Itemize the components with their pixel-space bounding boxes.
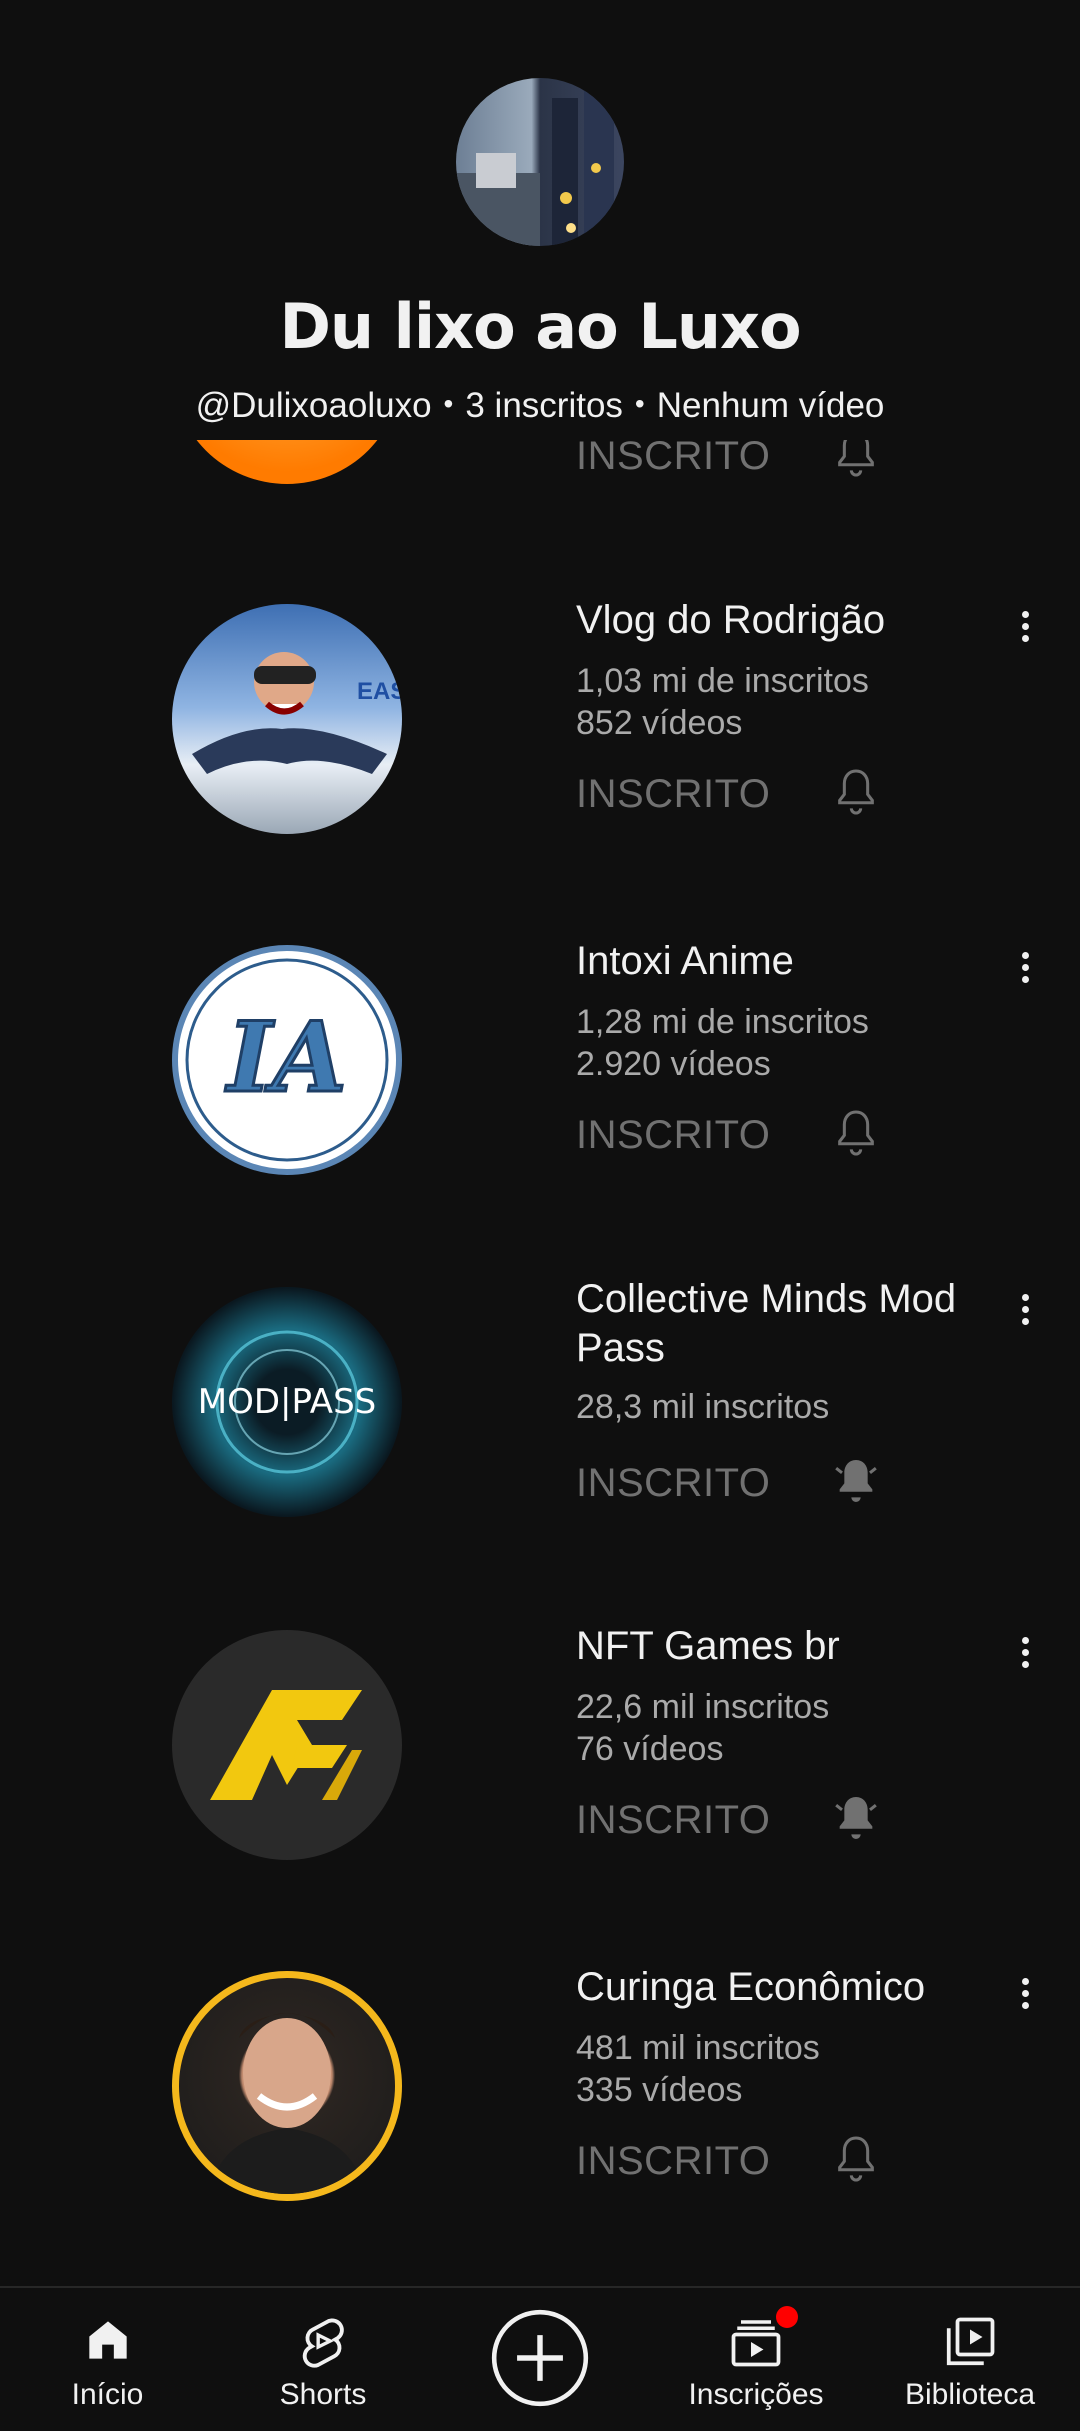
more-options-icon[interactable]: [1010, 1632, 1040, 1682]
library-icon: [946, 2317, 995, 2366]
channel-name: NFT Games br: [576, 1624, 840, 1668]
channel-name: Collective Minds Mod Pass: [576, 1277, 957, 1370]
subscriber-count: 1,03 mi de inscritos: [576, 662, 869, 700]
subscribed-button[interactable]: INSCRITO: [576, 1461, 770, 1506]
add-icon: [491, 2309, 589, 2407]
channel-avatar[interactable]: IA: [172, 945, 402, 1175]
nav-shorts-label: Shorts: [279, 2378, 367, 2411]
list-item[interactable]: Curinga Econômico 481 mil inscritos 335 …: [0, 1959, 1080, 2299]
subscribed-button[interactable]: INSCRITO: [576, 1798, 770, 1843]
subscriber-count: 481 mil inscritos: [576, 2029, 820, 2067]
list-item[interactable]: NFT Games br 22,6 mil inscritos 76 vídeo…: [0, 1618, 1080, 1958]
channel-name: Vlog do Rodrigão: [576, 598, 886, 642]
bell-filled-icon[interactable]: [828, 1449, 884, 1513]
nav-library[interactable]: Biblioteca: [895, 2288, 1045, 2431]
channel-avatar[interactable]: [172, 1630, 402, 1860]
subscribed-button[interactable]: INSCRITO: [576, 2139, 770, 2184]
bell-outline-icon[interactable]: [828, 2127, 884, 2191]
create-button[interactable]: [486, 2288, 594, 2431]
channel-avatar[interactable]: [172, 1971, 402, 2201]
svg-text:EAS: EAS: [357, 678, 402, 705]
subscribed-button[interactable]: INSCRITO: [576, 1113, 770, 1158]
svg-text:IA: IA: [224, 1001, 346, 1114]
bell-filled-icon[interactable]: [828, 1786, 884, 1850]
nav-home[interactable]: Início: [30, 2288, 185, 2431]
nav-subscriptions[interactable]: Inscrições: [680, 2288, 832, 2431]
more-options-icon[interactable]: [1010, 947, 1040, 997]
separator: •: [634, 388, 645, 419]
channel-header: Du lixo ao Luxo @Dulixoaoluxo • 3 inscrito…: [0, 0, 1080, 440]
channel-avatar[interactable]: MOD|PASS: [172, 1287, 402, 1517]
list-item[interactable]: MOD|PASS Collective Minds Mod Pass 28,3 …: [0, 1275, 1080, 1615]
svg-text:MOD|PASS: MOD|PASS: [198, 1382, 376, 1422]
nav-subscriptions-label: Inscrições: [688, 2378, 824, 2411]
channel-avatar-image: [456, 78, 614, 246]
subscribed-button[interactable]: INSCRITO: [576, 772, 770, 817]
video-count: 852 vídeos: [576, 704, 743, 742]
video-count: 335 vídeos: [576, 2071, 743, 2109]
channel-name: Curinga Econômico: [576, 1965, 926, 2009]
skydiver-image: EAS: [192, 652, 402, 774]
bell-outline-icon[interactable]: [828, 1101, 884, 1165]
shorts-icon: [302, 2318, 344, 2368]
more-options-icon[interactable]: [1010, 1289, 1040, 1339]
home-icon: [89, 2321, 127, 2359]
bottom-navigation: Início Shorts Inscrições Biblioteca: [0, 2286, 1080, 2431]
channel-title: Du lixo ao Luxo: [279, 290, 801, 363]
nav-shorts[interactable]: Shorts: [248, 2288, 398, 2431]
more-options-icon[interactable]: [1010, 1973, 1040, 2023]
separator: •: [443, 388, 454, 419]
bell-outline-icon[interactable]: [828, 760, 884, 824]
notification-badge: [776, 2306, 798, 2328]
subscriber-count: 22,6 mil inscritos: [576, 1688, 830, 1726]
video-count: 76 vídeos: [576, 1730, 724, 1768]
channel-subscribers: 3 inscritos: [465, 386, 623, 425]
channel-videos: Nenhum vídeo: [656, 386, 885, 425]
subscribed-button[interactable]: INSCRITO: [576, 434, 770, 479]
more-options-icon[interactable]: [1010, 606, 1040, 656]
subscriber-count: 28,3 mil inscritos: [576, 1388, 830, 1426]
channel-name: Intoxi Anime: [576, 939, 794, 983]
nav-home-label: Início: [71, 2378, 144, 2411]
channel-avatar[interactable]: [456, 78, 624, 246]
channel-handle: @Dulixoaoluxo: [195, 386, 432, 425]
nav-library-label: Biblioteca: [904, 2378, 1036, 2411]
channel-meta: @Dulixoaoluxo • 3 inscritos • Nenhum vídeo: [0, 386, 1080, 426]
nft-logo: [210, 1690, 362, 1800]
channel-avatar[interactable]: EAS: [172, 604, 402, 834]
video-count: 2.920 vídeos: [576, 1045, 771, 1083]
list-item[interactable]: EAS Vlog do Rodrigão 1,03 mi de inscrito…: [0, 592, 1080, 932]
person-photo: [209, 2013, 365, 2194]
intoxi-logo: IA: [185, 958, 389, 1162]
modpass-logo: MOD|PASS: [198, 1330, 376, 1474]
subscriber-count: 1,28 mi de inscritos: [576, 1003, 869, 1041]
list-item[interactable]: IA Intoxi Anime 1,28 mi de inscritos 2.9…: [0, 933, 1080, 1273]
